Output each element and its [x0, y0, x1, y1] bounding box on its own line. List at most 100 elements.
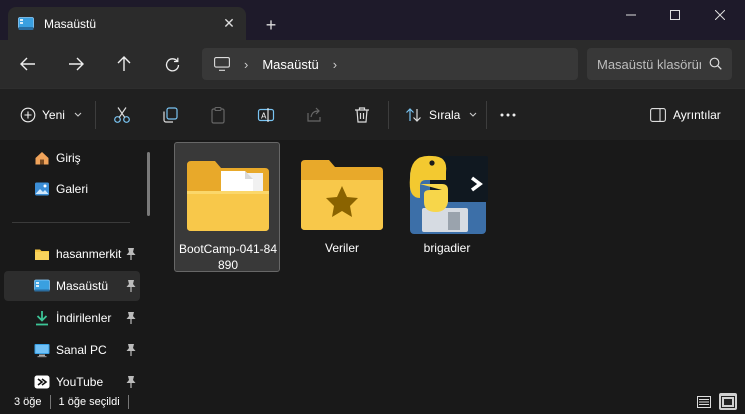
close-window-button[interactable]: [697, 0, 743, 30]
svg-text:A: A: [261, 112, 267, 121]
plus-circle-icon: [14, 101, 42, 129]
youtube-folder-icon: [34, 375, 50, 389]
sidebar-item-galeri[interactable]: Galeri: [4, 174, 140, 204]
close-icon: [715, 10, 725, 20]
rename-icon: A: [252, 101, 280, 129]
sidebar-item-label: Masaüstü: [56, 279, 109, 293]
list-view-icon: [697, 395, 711, 408]
sidebar-item-label: İndirilenler: [56, 311, 112, 325]
tab-masaustu[interactable]: Masaüstü ✕: [8, 7, 246, 40]
sidebar-item-label: Giriş: [56, 151, 81, 165]
download-icon: [36, 311, 48, 326]
more-options-button[interactable]: [494, 101, 522, 129]
pin-icon[interactable]: [125, 311, 137, 325]
status-bar: 3 öğe 1 öğe seçildi: [0, 390, 745, 414]
minimize-button[interactable]: [608, 0, 654, 30]
folder-icon: [35, 249, 49, 260]
star-folder-icon: [301, 160, 383, 230]
toolbar-divider: [486, 101, 487, 129]
new-button[interactable]: Yeni: [14, 101, 83, 129]
tab-title: Masaüstü: [44, 16, 97, 31]
trash-icon: [348, 101, 376, 129]
sidebar-item-label: YouTube: [56, 375, 104, 389]
breadcrumb-masaustu[interactable]: Masaüstü: [262, 57, 318, 72]
sidebar-scrollbar[interactable]: [147, 152, 150, 216]
command-bar: Yeni A Sırala Ayrıntılar: [0, 88, 745, 140]
chevron-right-icon: ›: [244, 56, 249, 72]
toolbar-divider: [95, 101, 96, 129]
close-tab-button[interactable]: ✕: [214, 12, 244, 36]
pin-icon[interactable]: [125, 247, 137, 261]
sidebar-item-giris[interactable]: Giriş: [4, 143, 140, 173]
maximize-button[interactable]: [652, 0, 698, 30]
search-input[interactable]: Masaüstü klasörünü ara: [587, 48, 732, 80]
share-button[interactable]: [300, 101, 328, 129]
sort-icon: [400, 101, 428, 129]
arrow-up-icon: [117, 56, 131, 71]
address-row: › Masaüstü › Masaüstü klasörünü ara: [0, 40, 745, 88]
details-label: Ayrıntılar: [673, 108, 721, 122]
home-icon: [35, 152, 49, 165]
clipboard-icon: [204, 101, 232, 129]
gallery-icon: [35, 182, 49, 196]
sidebar-divider: [12, 222, 130, 223]
chevron-down-icon: [74, 112, 82, 117]
file-name: Veriler: [324, 241, 359, 255]
sidebar-item-masaustu[interactable]: Masaüstü: [4, 271, 140, 301]
sidebar-item-sanal-pc[interactable]: Sanal PC: [4, 335, 140, 365]
back-button[interactable]: [14, 52, 42, 76]
chevron-right-icon[interactable]: ›: [333, 57, 337, 72]
rename-button[interactable]: A: [252, 101, 280, 129]
maximize-icon: [670, 10, 680, 20]
tiles-view-button[interactable]: [719, 393, 737, 410]
folder-with-file-icon: [187, 161, 269, 231]
file-list[interactable]: BootCamp-041-84890 Veriler brigadier: [160, 140, 745, 390]
address-bar[interactable]: › Masaüstü ›: [202, 48, 578, 80]
chevron-down-icon: [469, 112, 477, 117]
paste-button[interactable]: [204, 101, 232, 129]
sidebar-item-hasanmerkit[interactable]: hasanmerkit: [4, 239, 140, 269]
desktop-icon: [18, 16, 34, 30]
item-count: 3 öğe: [14, 396, 42, 408]
file-name: brigadier: [423, 241, 471, 255]
details-view-button[interactable]: [695, 393, 713, 410]
navigation-pane: Giriş Galeri hasanmerkit Masaüstü İndiri…: [0, 140, 160, 390]
refresh-button[interactable]: [158, 52, 186, 76]
details-pane-icon: [644, 101, 672, 129]
sort-label: Sırala: [429, 108, 461, 122]
up-button[interactable]: [110, 52, 138, 76]
sidebar-item-indirilenler[interactable]: İndirilenler: [4, 303, 140, 333]
status-divider: [127, 395, 129, 409]
more-icon: [494, 101, 522, 129]
desktop-icon: [34, 279, 50, 292]
details-pane-button[interactable]: Ayrıntılar: [644, 101, 721, 129]
sort-button[interactable]: Sırala: [400, 101, 478, 129]
status-divider: [49, 395, 51, 409]
file-item-brigadier[interactable]: brigadier: [394, 142, 500, 272]
search-placeholder: Masaüstü klasörünü ara: [597, 56, 701, 72]
pin-icon[interactable]: [125, 375, 137, 389]
delete-button[interactable]: [348, 101, 376, 129]
selected-count: 1 öğe seçildi: [58, 396, 120, 408]
refresh-icon: [165, 57, 179, 71]
new-label: Yeni: [42, 108, 65, 122]
scissors-icon: [108, 101, 136, 129]
pin-icon[interactable]: [125, 279, 137, 293]
copy-button[interactable]: [156, 101, 184, 129]
file-item-veriler[interactable]: Veriler: [289, 142, 395, 272]
new-tab-button[interactable]: +: [258, 12, 284, 38]
arrow-right-icon: [69, 57, 84, 71]
share-icon: [300, 101, 328, 129]
file-item-bootcamp[interactable]: BootCamp-041-84890: [174, 142, 280, 272]
search-icon: [709, 57, 722, 70]
copy-icon: [156, 101, 184, 129]
forward-button[interactable]: [62, 52, 90, 76]
file-name: BootCamp-041-84890: [178, 242, 278, 272]
pin-icon[interactable]: [125, 343, 137, 357]
cut-button[interactable]: [108, 101, 136, 129]
sidebar-item-label: hasanmerkit: [56, 247, 122, 261]
arrow-left-icon: [20, 57, 35, 71]
large-icons-view-icon: [721, 395, 735, 408]
python-script-icon: [409, 155, 488, 234]
title-bar: Masaüstü ✕ +: [0, 0, 745, 40]
